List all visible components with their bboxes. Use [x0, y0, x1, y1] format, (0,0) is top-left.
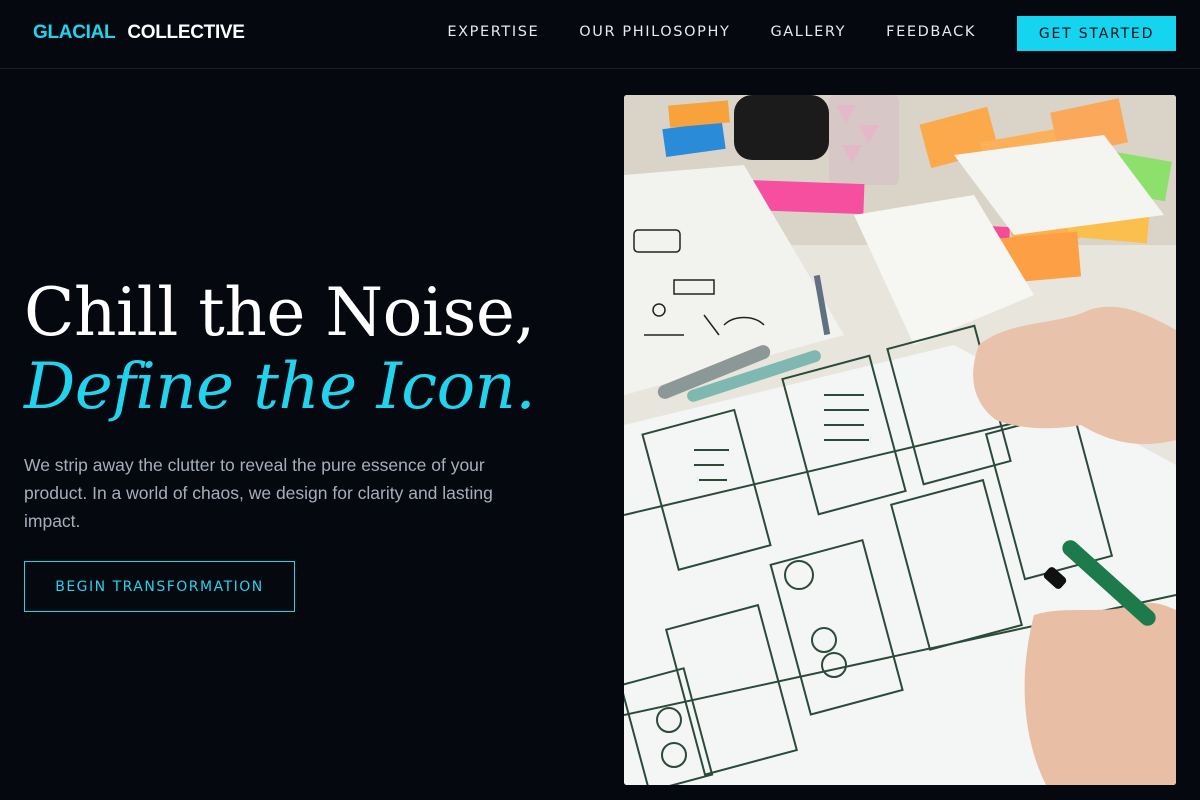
nav-link-gallery[interactable]: GALLERY [770, 24, 846, 40]
hero-image [624, 95, 1176, 785]
hero-description: We strip away the clutter to reveal the … [24, 455, 493, 531]
top-navigation: GLACIAL COLLECTIVE EXPERTISE OUR PHILOSO… [0, 0, 1200, 69]
main-menu: EXPERTISE OUR PHILOSOPHY GALLERY FEEDBAC… [447, 24, 976, 40]
brand-logo[interactable]: GLACIAL COLLECTIVE [33, 22, 245, 44]
brand-name-primary: GLACIAL [33, 22, 116, 43]
brand-name-secondary: COLLECTIVE [127, 22, 245, 43]
hero-title-line1: Chill the Noise, [24, 274, 535, 351]
hero-title-line2: Define the Icon. [24, 350, 536, 424]
nav-link-philosophy[interactable]: OUR PHILOSOPHY [579, 24, 730, 40]
nav-link-feedback[interactable]: FEEDBACK [886, 24, 976, 40]
wireframe-sketch-illustration [624, 95, 1176, 785]
nav-link-expertise[interactable]: EXPERTISE [447, 24, 539, 40]
get-started-button[interactable]: GET STARTED [1017, 16, 1176, 51]
begin-transformation-button[interactable]: BEGIN TRANSFORMATION [24, 561, 295, 612]
